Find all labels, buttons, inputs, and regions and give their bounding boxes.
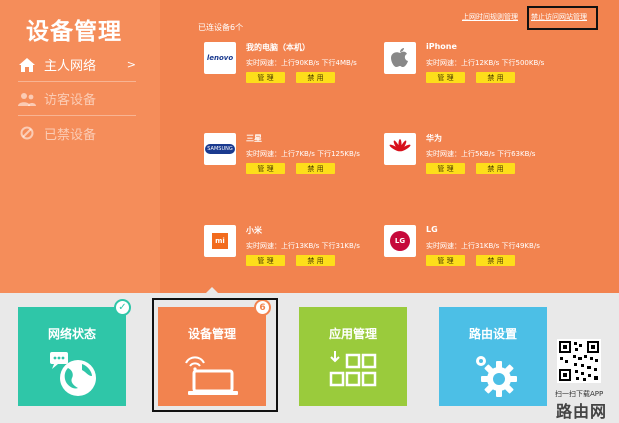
manage-button[interactable]: 管 理 — [246, 163, 285, 174]
home-icon — [18, 56, 36, 74]
device-card: lenovo 我的电脑（本机） 实时网速：上行90KB/s 下行4MB/s 管 … — [204, 42, 389, 102]
apps-grid-icon — [299, 345, 407, 400]
tile-label: 应用管理 — [328, 327, 377, 341]
watermark: 路由网 — [556, 402, 608, 421]
device-name: 小米 — [246, 226, 262, 235]
device-name: 我的电脑（本机） — [246, 43, 310, 52]
qr-code — [557, 339, 601, 383]
device-name: 华为 — [426, 134, 442, 143]
ban-button[interactable]: 禁 用 — [296, 255, 335, 266]
device-speed: 实时网速：上行7KB/s 下行125KB/s — [246, 150, 360, 158]
ban-icon — [18, 124, 36, 142]
ban-button[interactable]: 禁 用 — [296, 72, 335, 83]
tile-network-status[interactable]: 网络状态 ✓ — [18, 299, 131, 406]
globe-chat-icon — [18, 345, 126, 400]
highlight-box — [527, 6, 598, 30]
xiaomi-logo: mi — [204, 225, 236, 257]
ban-button[interactable]: 禁 用 — [476, 72, 515, 83]
device-card: LG LG 实时网速：上行31KB/s 下行49KB/s 管 理 禁 用 — [384, 225, 569, 285]
sidebar-item-host-network[interactable]: 主人网络 > — [18, 48, 136, 82]
device-name: iPhone — [426, 42, 457, 51]
ban-button[interactable]: 禁 用 — [296, 163, 335, 174]
lenovo-logo: lenovo — [204, 42, 236, 74]
sidebar-item-label: 已禁设备 — [44, 127, 97, 143]
tile-router-settings[interactable]: 路由设置 — [439, 307, 547, 406]
device-card: SAMSUNG 三星 实时网速：上行7KB/s 下行125KB/s 管 理 禁 … — [204, 133, 389, 193]
sidebar-item-banned[interactable]: 已禁设备 — [18, 116, 136, 150]
sidebar-item-guests[interactable]: 访客设备 — [18, 82, 136, 116]
device-speed: 实时网速：上行31KB/s 下行49KB/s — [426, 242, 540, 250]
check-badge-icon: ✓ — [114, 299, 131, 316]
manage-button[interactable]: 管 理 — [426, 72, 465, 83]
device-speed: 实时网速：上行13KB/s 下行31KB/s — [246, 242, 360, 250]
ban-button[interactable]: 禁 用 — [476, 163, 515, 174]
sidebar-item-label: 主人网络 — [44, 59, 97, 74]
gear-icon — [439, 345, 547, 400]
manage-button[interactable]: 管 理 — [246, 72, 285, 83]
device-card: 华为 实时网速：上行5KB/s 下行63KB/s 管 理 禁 用 — [384, 133, 569, 193]
guests-icon — [18, 90, 36, 108]
samsung-logo: SAMSUNG — [204, 133, 236, 165]
manage-button[interactable]: 管 理 — [246, 255, 285, 266]
selection-pointer — [206, 287, 218, 293]
huawei-logo — [384, 133, 416, 165]
ban-button[interactable]: 禁 用 — [476, 255, 515, 266]
device-card: mi 小米 实时网速：上行13KB/s 下行31KB/s 管 理 禁 用 — [204, 225, 389, 285]
device-speed: 实时网速：上行12KB/s 下行500KB/s — [426, 59, 545, 67]
sidebar: 设备管理 主人网络 > 访客设备 已禁设备 — [0, 0, 160, 293]
tile-label: 网络状态 — [47, 327, 96, 341]
apple-logo — [384, 42, 416, 74]
device-name: LG — [426, 225, 438, 234]
device-card: iPhone 实时网速：上行12KB/s 下行500KB/s 管 理 禁 用 — [384, 42, 569, 102]
tile-app-management[interactable]: 应用管理 — [299, 307, 407, 406]
manage-button[interactable]: 管 理 — [426, 255, 465, 266]
lg-logo: LG — [384, 225, 416, 257]
page-title: 设备管理 — [26, 19, 122, 45]
time-rule-link[interactable]: 上网时间规则管理 — [462, 12, 518, 22]
chevron-right-icon: > — [126, 58, 136, 71]
sidebar-item-label: 访客设备 — [44, 93, 97, 108]
manage-button[interactable]: 管 理 — [426, 163, 465, 174]
selected-tile-highlight — [152, 298, 278, 412]
device-speed: 实时网速：上行5KB/s 下行63KB/s — [426, 150, 536, 158]
tile-label: 路由设置 — [468, 327, 517, 341]
device-name: 三星 — [246, 134, 262, 143]
connected-count: 已连设备6个 — [198, 23, 244, 32]
device-speed: 实时网速：上行90KB/s 下行4MB/s — [246, 59, 357, 67]
